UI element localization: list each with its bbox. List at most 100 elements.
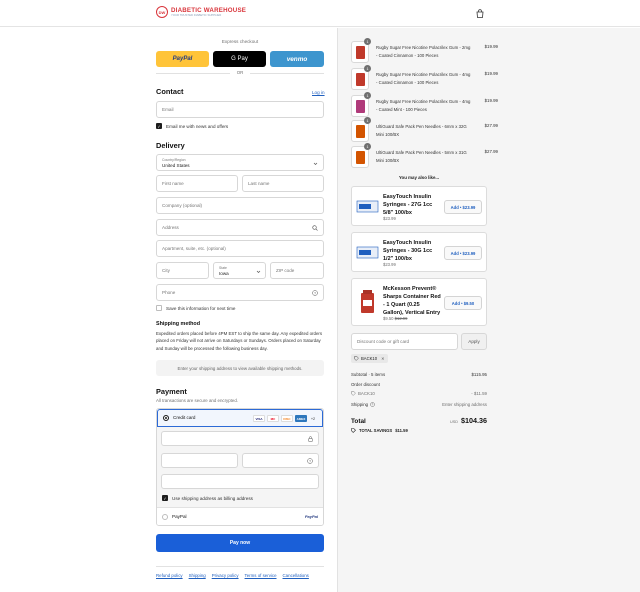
news-checkbox[interactable]: ✓ — [156, 123, 162, 129]
help-icon[interactable]: ? — [307, 458, 313, 464]
terms-of-service-link[interactable]: Terms of service — [245, 573, 277, 578]
savings-label: TOTAL SAVINGS — [359, 428, 393, 433]
recommendation-sale-price: $9.50 — [383, 316, 394, 321]
discount-code-field[interactable]: Discount code or gift card — [351, 333, 458, 350]
card-fields: ? ✓ Use shipping address as billing addr… — [157, 427, 323, 507]
product-thumbnail: 1 — [351, 143, 371, 168]
credit-card-label: Credit card — [173, 415, 196, 420]
applied-code: BACK10 — [361, 356, 378, 361]
product-image — [356, 200, 379, 213]
subtotal-row: Subtotal · 5 items $115.95 — [351, 372, 487, 377]
cart-item: 1 Rugby Sugar Free Nicotine Polacrilex G… — [351, 92, 498, 117]
city-field[interactable]: City — [156, 262, 209, 279]
refund-policy-link[interactable]: Refund policy — [156, 573, 183, 578]
shipping-methods-placeholder: Enter your shipping address to view avai… — [156, 360, 324, 376]
save-info-checkbox[interactable] — [156, 305, 162, 311]
paypal-logo: PayPal — [304, 514, 318, 519]
tag-icon — [351, 391, 356, 396]
close-icon[interactable]: ✕ — [381, 356, 385, 361]
shipping-method-title: Shipping method — [156, 321, 201, 327]
cart-item: 1 UltiGuard Safe Pack Pen Needles - 6mm … — [351, 117, 498, 142]
security-code-field[interactable]: ? — [242, 453, 319, 468]
last-name-field[interactable]: Last name — [242, 175, 324, 192]
product-image — [356, 246, 379, 259]
express-checkout-title: Express checkout — [221, 39, 259, 44]
order-discount-label: Order discount — [351, 382, 380, 387]
cancellations-link[interactable]: Cancellations — [283, 573, 309, 578]
product-image — [356, 125, 365, 138]
discount-placeholder: Discount code or gift card — [357, 339, 410, 344]
product-price: $27.99 — [484, 149, 498, 154]
footer-links: Refund policy Shipping Privacy policy Te… — [156, 566, 324, 578]
login-link[interactable]: Log in — [312, 90, 325, 95]
chevron-down-icon — [313, 162, 318, 165]
quantity-badge: 1 — [364, 143, 371, 150]
or-divider: OR — [156, 70, 324, 75]
help-icon[interactable]: ? — [370, 402, 375, 407]
company-field[interactable]: Company (optional) — [156, 197, 324, 214]
billing-same-label: Use shipping address as billing address — [172, 496, 253, 501]
apartment-field[interactable]: Apartment, suite, etc. (optional) — [156, 240, 324, 257]
country-select[interactable]: Country/Region United States — [156, 154, 324, 171]
paypal-express-button[interactable]: PayPal — [156, 51, 209, 67]
product-image — [356, 46, 365, 59]
add-recommendation-button[interactable]: Add • $23.99 — [444, 246, 482, 260]
applied-discount-tag: BACK10 ✕ — [351, 354, 388, 363]
credit-card-radio[interactable] — [163, 415, 169, 421]
brand-logo[interactable]: DW DIABETIC WAREHOUSE YOUR TRUSTED DIABE… — [156, 6, 246, 18]
state-label: State — [219, 266, 227, 270]
paypal-label: PayPal — [172, 56, 193, 62]
discount-value: - $11.59 — [471, 391, 487, 396]
recommendation-card: EasyTouch Insulin Syringes - 30G 1cc 1/2… — [351, 232, 487, 272]
chevron-down-icon — [256, 270, 261, 273]
privacy-policy-link[interactable]: Privacy policy — [212, 573, 239, 578]
product-image — [361, 290, 374, 313]
product-thumbnail: 1 — [351, 38, 371, 63]
add-recommendation-button[interactable]: Add • $9.50 — [444, 296, 482, 310]
subtotal-label: Subtotal · 5 items — [351, 372, 386, 377]
quantity-badge: 1 — [364, 117, 371, 124]
recommendation-name: EasyTouch Insulin Syringes - 30G 1cc 1/2… — [383, 240, 433, 262]
paypal-option[interactable]: PayPal PayPal — [157, 507, 323, 525]
expiry-field[interactable] — [161, 453, 238, 468]
venmo-button[interactable]: venmo — [270, 51, 324, 67]
discount-code-line: BACK10 — [358, 391, 375, 396]
also-like-heading: You may also like... — [398, 175, 440, 180]
paypal-radio[interactable] — [162, 514, 168, 520]
zip-placeholder: ZIP code — [276, 268, 295, 273]
name-on-card-field[interactable] — [161, 474, 319, 489]
email-placeholder: Email — [162, 107, 174, 112]
amex-icon: AMEX — [295, 415, 307, 422]
shipping-label: Shipping — [351, 402, 369, 407]
discover-icon: DISC — [281, 415, 293, 422]
state-select[interactable]: State Iowa — [213, 262, 266, 279]
zip-field[interactable]: ZIP code — [270, 262, 324, 279]
country-label: Country/Region — [162, 158, 186, 162]
address-placeholder: Address — [162, 225, 179, 230]
apply-button[interactable]: Apply — [461, 333, 487, 350]
quantity-badge: 1 — [364, 38, 371, 45]
card-number-field[interactable] — [161, 431, 319, 446]
total-savings: TOTAL SAVINGS $11.59 — [351, 428, 408, 433]
shipping-value: Enter shipping address — [442, 402, 487, 407]
pay-now-button[interactable]: Pay now — [156, 534, 324, 552]
help-icon[interactable]: ? — [312, 290, 318, 296]
product-price: $27.99 — [484, 123, 498, 128]
google-pay-button[interactable]: G Pay — [213, 51, 266, 67]
phone-field[interactable]: Phone ? — [156, 284, 324, 301]
recommendation-card: EasyTouch Insulin Syringes - 27G 1cc 5/8… — [351, 186, 487, 226]
product-price: $19.99 — [484, 44, 498, 49]
add-recommendation-button[interactable]: Add • $23.99 — [444, 200, 482, 214]
address-field[interactable]: Address — [156, 219, 324, 236]
logo-monogram: DW — [156, 6, 168, 18]
svg-text:?: ? — [314, 291, 316, 295]
email-field[interactable]: Email — [156, 101, 324, 118]
cart-item: 1 Rugby Sugar Free Nicotine Polacrilex G… — [351, 65, 498, 90]
billing-same-checkbox[interactable]: ✓ — [162, 495, 168, 501]
shipping-link[interactable]: Shipping — [189, 573, 206, 578]
first-name-field[interactable]: First name — [156, 175, 238, 192]
credit-card-option[interactable]: Credit card VISA MC DISC AMEX +2 — [157, 409, 323, 427]
product-name: UltiGuard Safe Pack Pen Needles - 6mm x … — [376, 124, 467, 137]
first-name-placeholder: First name — [162, 181, 184, 186]
bag-icon[interactable] — [476, 9, 484, 18]
